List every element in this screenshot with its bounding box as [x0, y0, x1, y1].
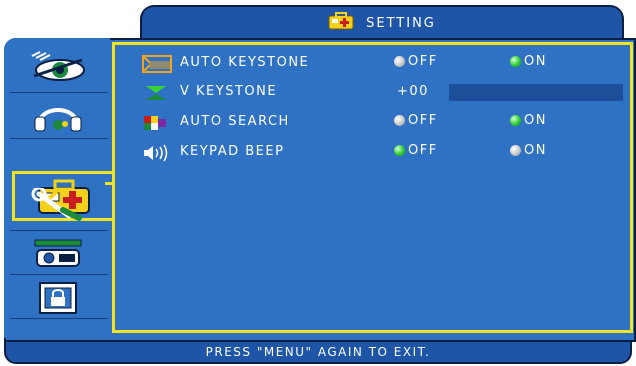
keystone-frame-icon [142, 55, 174, 73]
option-label: ON [524, 143, 547, 158]
setting-toolbox-icon [328, 12, 354, 34]
sidebar-divider [10, 318, 108, 319]
menu-row-auto-search[interactable]: AUTO SEARCH OFF ON [142, 112, 630, 134]
sidebar [4, 38, 112, 338]
sidebar-item-projector[interactable] [18, 234, 98, 272]
auto-keystone-on-option[interactable]: ON [510, 54, 547, 69]
menu-row-v-keystone[interactable]: V KEYSTONE +00 [142, 82, 630, 104]
keypad-beep-on-option[interactable]: ON [510, 143, 547, 158]
radio-off-indicator [394, 115, 405, 126]
radio-off-indicator [394, 56, 405, 67]
sidebar-divider [10, 274, 108, 275]
row-label: V KEYSTONE [180, 84, 278, 99]
page-title: SETTING [366, 15, 436, 31]
title-tab: SETTING [140, 5, 624, 39]
title-bar: SETTING [142, 7, 622, 39]
sidebar-item-image[interactable] [18, 48, 98, 86]
radio-off-indicator [510, 145, 521, 156]
v-keystone-icon [142, 84, 174, 102]
auto-search-on-option[interactable]: ON [510, 113, 547, 128]
radio-on-indicator [510, 115, 521, 126]
sidebar-item-audio[interactable] [18, 96, 98, 134]
menu-row-auto-keystone[interactable]: AUTO KEYSTONE OFF ON [142, 53, 630, 75]
sidebar-divider [10, 92, 108, 93]
sidebar-item-tools[interactable] [18, 186, 98, 224]
tools-wrench-icon [29, 188, 87, 222]
v-keystone-value: +00 [397, 84, 429, 99]
keypad-beep-off-option[interactable]: OFF [394, 143, 438, 158]
image-eye-icon [26, 50, 90, 84]
audio-headphones-icon [29, 97, 87, 133]
row-label: KEYPAD BEEP [180, 144, 285, 159]
projector-icon [29, 236, 87, 270]
radio-on-indicator [510, 56, 521, 67]
option-label: ON [524, 54, 547, 69]
row-label: AUTO SEARCH [180, 114, 290, 129]
sidebar-divider [10, 230, 108, 231]
sidebar-divider [10, 138, 108, 139]
auto-keystone-off-option[interactable]: OFF [394, 54, 438, 69]
option-label: OFF [408, 113, 438, 128]
sidebar-item-security[interactable] [18, 279, 98, 317]
selection-connector [105, 182, 115, 185]
option-label: OFF [408, 143, 438, 158]
auto-search-off-option[interactable]: OFF [394, 113, 438, 128]
lock-icon [38, 281, 78, 315]
color-blocks-icon [142, 114, 174, 132]
speaker-sound-icon [142, 144, 174, 162]
footer-hint: PRESS "MENU" AGAIN TO EXIT. [205, 345, 431, 359]
option-label: OFF [408, 54, 438, 69]
menu-row-keypad-beep[interactable]: KEYPAD BEEP OFF ON [142, 142, 630, 164]
footer-bar: PRESS "MENU" AGAIN TO EXIT. [4, 340, 632, 364]
radio-on-indicator [394, 145, 405, 156]
v-keystone-slider[interactable] [449, 84, 623, 101]
option-label: ON [524, 113, 547, 128]
row-label: AUTO KEYSTONE [180, 55, 310, 70]
